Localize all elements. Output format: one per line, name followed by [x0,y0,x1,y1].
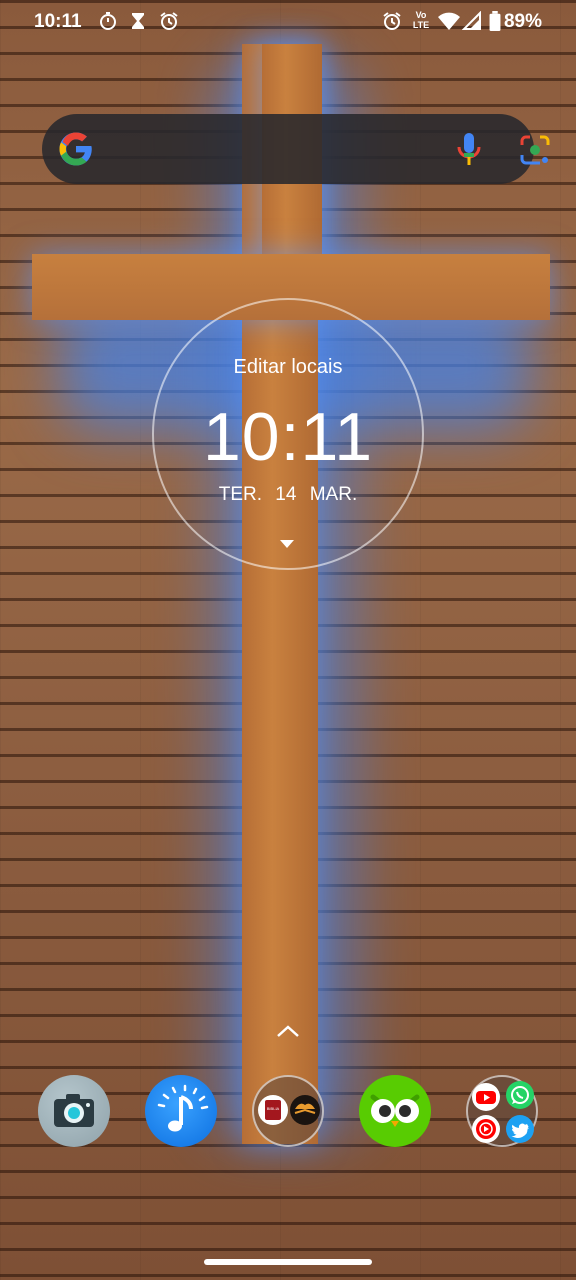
chevron-up-icon[interactable] [276,1024,300,1038]
signal-icon [462,11,481,30]
battery-percent: 89% [503,11,542,32]
twitter-icon [506,1115,534,1143]
clock-date[interactable]: TER. 14 MAR. [0,484,576,506]
status-time: 10:11 [34,11,82,32]
volte-icon: Vo LTE [412,10,430,30]
gesture-navigation-bar[interactable] [204,1259,372,1265]
social-folder[interactable] [466,1075,538,1147]
status-bar[interactable]: 10:11 Vo LTE 89% [0,0,576,44]
bible-folder[interactable]: BIBLIA [252,1075,324,1147]
music-note-icon [157,1084,209,1132]
whatsapp-icon [506,1081,534,1109]
battery-icon [489,11,501,31]
bible-app-icon: BIBLIA [258,1095,288,1125]
google-lens-icon[interactable] [518,133,552,167]
clock-time[interactable]: 10:11 [0,398,576,476]
microphone-icon[interactable] [454,131,484,167]
google-g-icon[interactable] [58,131,94,167]
duolingo-app[interactable] [359,1075,431,1147]
stopwatch-icon [100,12,116,30]
owl-icon [370,1094,420,1127]
alarm-icon [160,12,178,30]
camera-app[interactable] [38,1075,110,1147]
music-app[interactable] [145,1075,217,1147]
youtube-icon [472,1083,500,1111]
edit-locations-button[interactable]: Editar locais [0,356,576,379]
alarm-icon [383,12,401,30]
chevron-down-icon[interactable] [280,540,294,548]
google-search-bar[interactable] [42,114,550,184]
open-book-icon [294,1103,316,1114]
camera-icon [54,1094,94,1127]
bible-study-app-icon [290,1095,320,1125]
youtube-music-icon [472,1115,500,1143]
hourglass-icon [132,13,144,29]
wifi-icon [438,12,460,30]
